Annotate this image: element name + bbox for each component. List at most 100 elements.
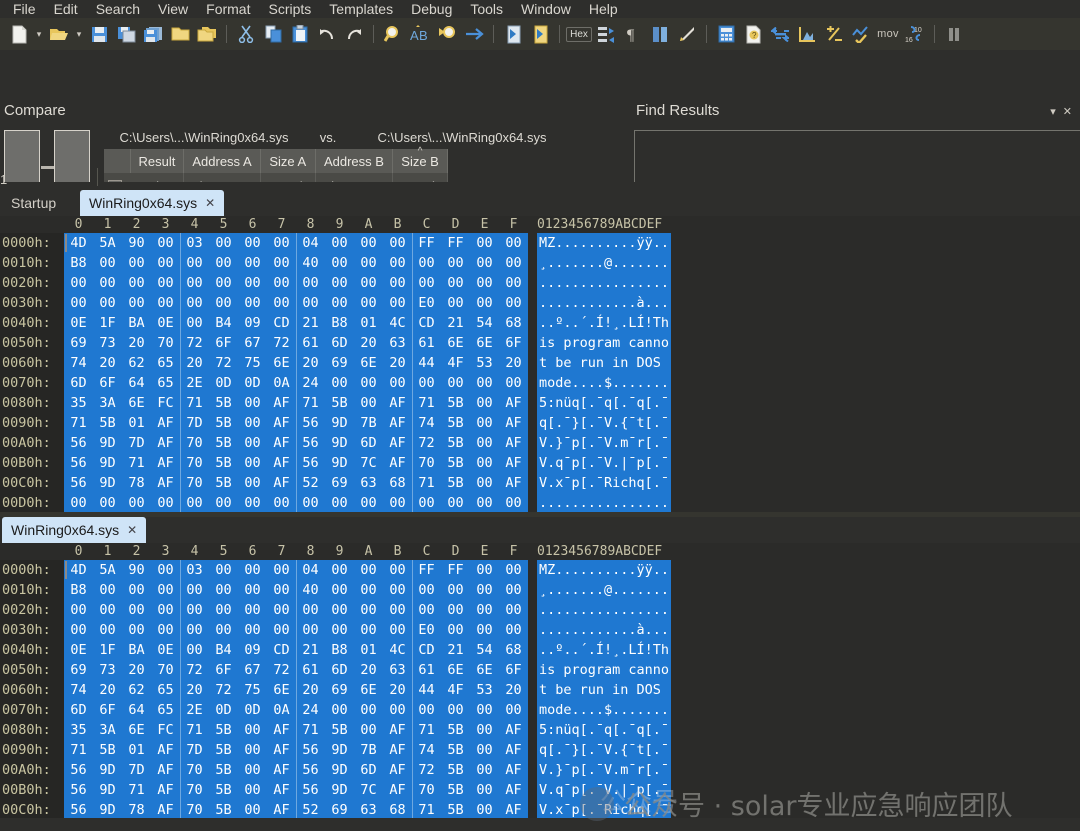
hex-byte[interactable]: 24 <box>296 373 325 393</box>
hex-byte[interactable]: 61 <box>412 333 441 353</box>
hex-byte[interactable]: 90 <box>122 233 151 253</box>
hex-byte[interactable]: 00 <box>267 560 296 580</box>
ascii-row[interactable]: ................ <box>539 600 669 620</box>
hex-byte[interactable]: 69 <box>325 473 354 493</box>
hex-byte[interactable]: 00 <box>470 620 499 640</box>
hex-byte[interactable]: 00 <box>296 620 325 640</box>
new-file-dropdown-icon[interactable]: ▾ <box>33 21 45 47</box>
bottom-tab-winring0x64[interactable]: WinRing0x64.sys ✕ <box>2 517 146 543</box>
hex-byte[interactable]: 68 <box>499 313 528 333</box>
hex-byte[interactable]: 00 <box>383 253 412 273</box>
hex-byte[interactable]: 65 <box>151 680 180 700</box>
hex-byte[interactable]: 6D <box>354 433 383 453</box>
hex-byte[interactable]: 00 <box>238 600 267 620</box>
hex-byte[interactable]: AF <box>151 433 180 453</box>
hex-byte[interactable]: 00 <box>354 700 383 720</box>
hex-byte[interactable]: 00 <box>383 373 412 393</box>
hex-byte[interactable]: 6E <box>441 333 470 353</box>
hex-byte[interactable]: 00 <box>470 760 499 780</box>
hex-byte[interactable]: 72 <box>267 333 296 353</box>
compare-col-size-a[interactable]: Size A <box>260 149 315 173</box>
hex-byte[interactable]: 00 <box>122 600 151 620</box>
hex-byte[interactable]: 00 <box>93 580 122 600</box>
menu-item-debug[interactable]: Debug <box>402 0 461 18</box>
hex-byte[interactable]: 6F <box>499 333 528 353</box>
open-file-dropdown-icon[interactable]: ▾ <box>73 21 85 47</box>
hex-byte[interactable]: 4D <box>64 560 93 580</box>
hex-byte[interactable]: 00 <box>151 493 180 512</box>
hex-byte[interactable]: 70 <box>180 800 209 818</box>
hex-byte[interactable]: 75 <box>238 680 267 700</box>
hex-byte[interactable]: 63 <box>354 800 383 818</box>
hex-byte[interactable]: 00 <box>412 580 441 600</box>
hex-byte[interactable]: 00 <box>209 253 238 273</box>
hex-byte[interactable]: 00 <box>180 493 209 512</box>
open-file-icon[interactable] <box>46 21 72 47</box>
hex-byte[interactable]: 00 <box>499 560 528 580</box>
hex-byte[interactable]: 00 <box>122 620 151 640</box>
ascii-row[interactable]: V.}¯p[.¯V.m¯r[.¯ <box>539 433 669 453</box>
hex-byte[interactable]: 00 <box>470 600 499 620</box>
ascii-row[interactable]: is program canno <box>539 333 669 353</box>
hex-byte[interactable]: 00 <box>412 700 441 720</box>
hex-byte[interactable]: FF <box>412 560 441 580</box>
hex-byte[interactable]: 00 <box>325 373 354 393</box>
hex-byte[interactable]: E0 <box>412 620 441 640</box>
hex-byte[interactable]: 56 <box>296 740 325 760</box>
hex-byte[interactable]: 63 <box>383 660 412 680</box>
hex-byte[interactable]: 00 <box>267 580 296 600</box>
hex-byte[interactable]: 56 <box>64 433 93 453</box>
hex-byte[interactable]: 03 <box>180 560 209 580</box>
hex-byte[interactable]: 04 <box>296 560 325 580</box>
hex-byte[interactable]: 69 <box>64 333 93 353</box>
hex-byte[interactable]: 00 <box>470 720 499 740</box>
hex-byte[interactable]: AF <box>151 453 180 473</box>
hex-byte[interactable]: 70 <box>180 473 209 493</box>
hex-byte[interactable]: AF <box>499 740 528 760</box>
tab-close-icon[interactable]: ✕ <box>205 196 215 210</box>
hex-byte[interactable]: 00 <box>122 253 151 273</box>
hex-byte[interactable]: 56 <box>296 453 325 473</box>
hex-byte[interactable]: 70 <box>180 780 209 800</box>
hex-byte[interactable]: 56 <box>64 780 93 800</box>
base-convert-icon[interactable]: 1016 <box>902 21 928 47</box>
hex-byte[interactable]: 00 <box>412 600 441 620</box>
hex-byte[interactable]: 00 <box>296 493 325 512</box>
hex-byte[interactable]: 00 <box>180 600 209 620</box>
hex-byte[interactable]: 74 <box>64 680 93 700</box>
hex-byte[interactable]: 00 <box>470 293 499 313</box>
hex-byte[interactable]: 00 <box>354 253 383 273</box>
hex-byte[interactable]: 00 <box>470 560 499 580</box>
hex-byte[interactable]: 5B <box>441 740 470 760</box>
new-file-icon[interactable] <box>6 21 32 47</box>
hex-byte[interactable]: 00 <box>93 493 122 512</box>
hex-byte[interactable]: 00 <box>325 293 354 313</box>
hex-byte[interactable]: 00 <box>383 620 412 640</box>
hex-byte[interactable]: 1F <box>93 640 122 660</box>
hex-byte[interactable]: AF <box>267 393 296 413</box>
hex-byte[interactable]: 73 <box>93 660 122 680</box>
hex-byte[interactable]: 40 <box>296 580 325 600</box>
hex-byte[interactable]: 54 <box>470 640 499 660</box>
hex-byte[interactable]: 4F <box>441 680 470 700</box>
hex-byte[interactable]: 4C <box>383 640 412 660</box>
hex-byte[interactable]: 5B <box>209 453 238 473</box>
hex-byte[interactable]: 00 <box>238 760 267 780</box>
hex-byte[interactable]: 63 <box>383 333 412 353</box>
hex-byte[interactable]: 00 <box>470 253 499 273</box>
hex-byte[interactable]: 71 <box>64 740 93 760</box>
hex-byte[interactable]: 00 <box>238 273 267 293</box>
hex-byte[interactable]: AF <box>499 473 528 493</box>
hex-byte[interactable]: 00 <box>325 253 354 273</box>
hex-byte[interactable]: 5B <box>93 740 122 760</box>
hex-byte[interactable]: 5B <box>441 413 470 433</box>
hex-byte[interactable]: AF <box>267 720 296 740</box>
open-project-icon[interactable] <box>194 21 220 47</box>
hex-byte[interactable]: 40 <box>296 253 325 273</box>
histogram-icon[interactable] <box>794 21 820 47</box>
hex-byte[interactable]: 5B <box>325 720 354 740</box>
hex-byte[interactable]: 69 <box>64 660 93 680</box>
replace-icon[interactable]: AB <box>407 21 433 47</box>
hex-byte[interactable]: 6D <box>64 700 93 720</box>
hex-byte[interactable]: 00 <box>441 293 470 313</box>
